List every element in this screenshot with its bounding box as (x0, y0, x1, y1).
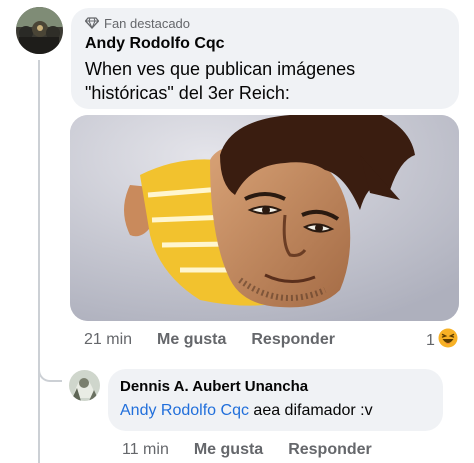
comment-text: When ves que publican imágenes "históric… (85, 57, 445, 105)
avatar[interactable] (16, 7, 63, 54)
reaction-count: 1 (426, 331, 435, 349)
diamond-badge-icon (85, 17, 99, 29)
reply-text-body: aea difamador :v (248, 402, 373, 419)
reply-button[interactable]: Responder (251, 331, 335, 349)
badge-label: Fan destacado (104, 15, 191, 31)
reply-like-button[interactable]: Me gusta (194, 441, 263, 459)
top-fan-badge[interactable]: Fan destacado (85, 15, 445, 31)
like-button[interactable]: Me gusta (157, 331, 226, 349)
reply-bubble: Dennis A. Aubert Unancha Andy Rodolfo Cq… (108, 369, 443, 431)
comment-text-line-1: When ves que publican imágenes (85, 59, 356, 79)
reply-avatar[interactable] (69, 370, 100, 401)
comment-actions: 21 min Me gusta Responder (84, 330, 360, 350)
comment-text-line-2: "históricas" del 3er Reich: (85, 83, 290, 103)
reply-actions: 11 min Me gusta Responder (122, 440, 397, 460)
reply-timestamp[interactable]: 11 min (122, 441, 169, 459)
comment-meme-image[interactable] (70, 115, 459, 321)
reaction-summary[interactable]: 1 (426, 328, 458, 353)
reply-reply-button[interactable]: Responder (288, 441, 372, 459)
thread-line (38, 60, 40, 463)
reply-author[interactable]: Dennis A. Aubert Unancha (120, 377, 431, 397)
mention-link[interactable]: Andy Rodolfo Cqc (120, 402, 249, 419)
haha-reaction-icon (438, 328, 458, 353)
comment-author[interactable]: Andy Rodolfo Cqc (85, 34, 445, 54)
comment-timestamp[interactable]: 21 min (84, 331, 132, 349)
comment-bubble: Fan destacado Andy Rodolfo Cqc When ves … (71, 8, 459, 109)
reply-connector-line (38, 352, 62, 382)
reply-text: Andy Rodolfo Cqc aea difamador :v (120, 400, 431, 422)
